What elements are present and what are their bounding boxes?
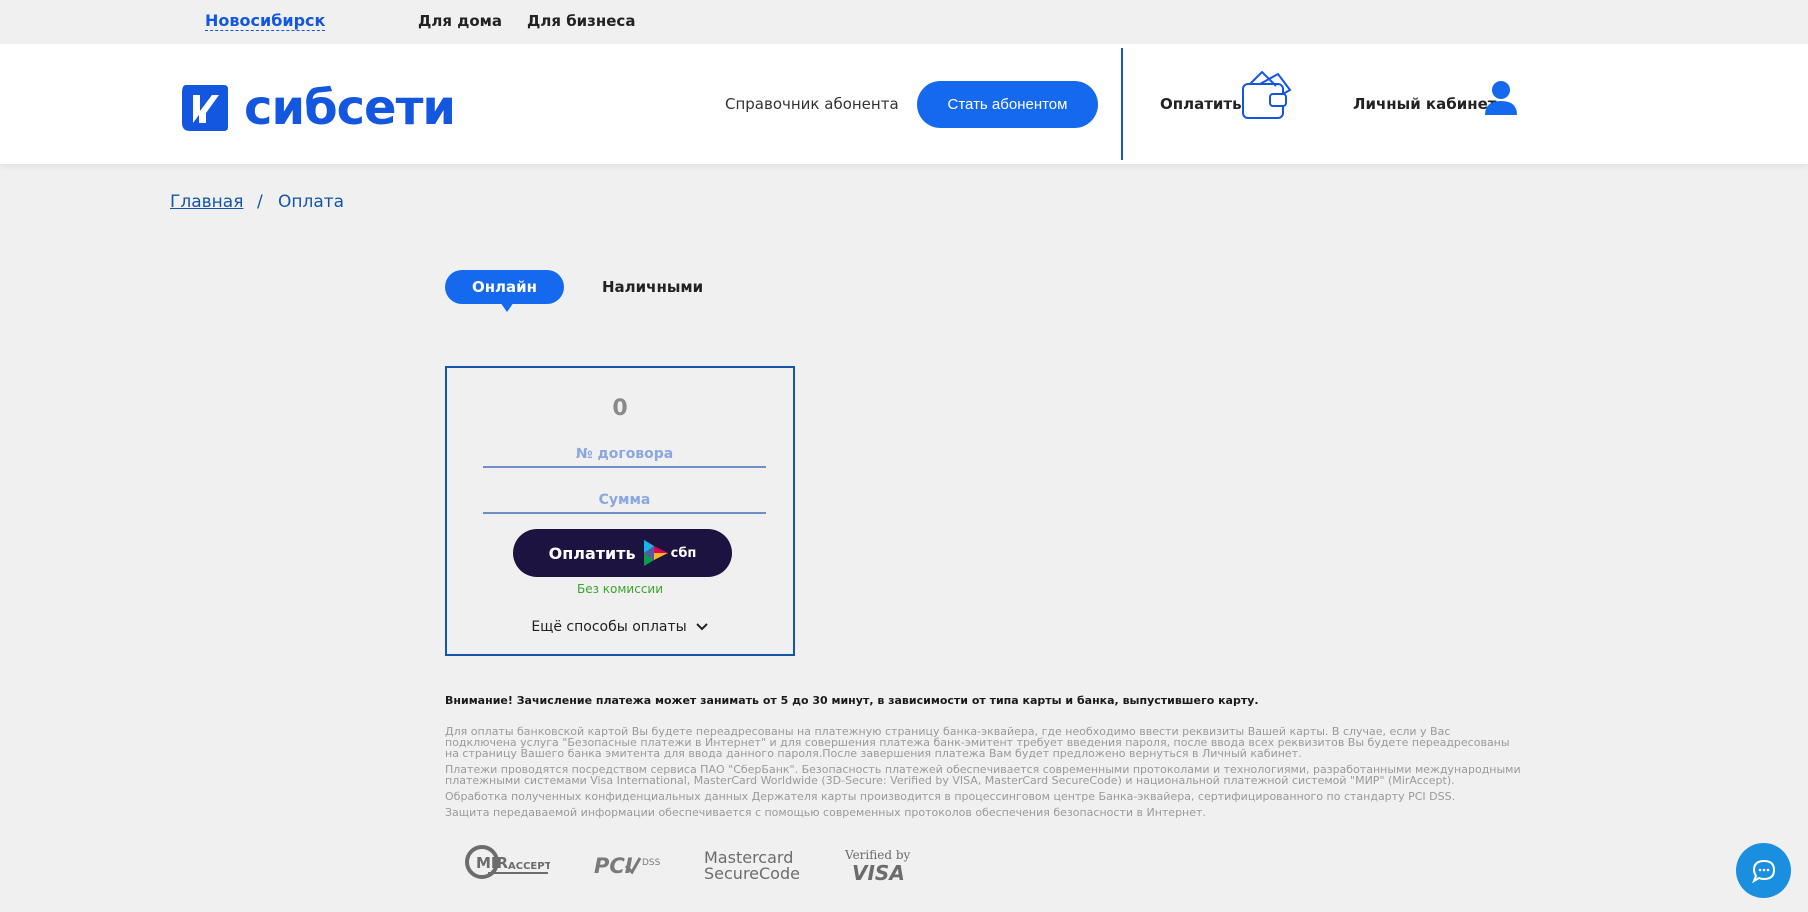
- svg-text:ACCEPT: ACCEPT: [508, 861, 550, 872]
- pay-button-label: Оплатить: [548, 543, 636, 563]
- become-subscriber-button[interactable]: Стать абонентом: [917, 81, 1098, 128]
- sum-input[interactable]: [483, 488, 766, 514]
- header-divider: [1121, 48, 1123, 160]
- mastercard-securecode-logo: Mastercard SecureCode: [704, 850, 800, 882]
- more-payment-methods-toggle[interactable]: Ещё способы оплаты: [447, 618, 793, 636]
- note-paragraph: Для оплаты банковской картой Вы будете п…: [445, 725, 1510, 760]
- breadcrumb-separator: /: [257, 192, 263, 212]
- city-selector[interactable]: Новосибирск: [205, 12, 326, 31]
- sbp-logo-icon: [643, 540, 668, 566]
- payment-notes: Для оплаты банковской картой Вы будете п…: [445, 726, 1525, 823]
- active-tab-pointer: [500, 302, 514, 312]
- svg-text:MIR: MIR: [476, 854, 509, 872]
- note-paragraph: Платежи проводятся посредством сервиса П…: [445, 763, 1521, 787]
- logo-text: сибсети: [244, 80, 456, 136]
- tab-cash[interactable]: Наличными: [602, 278, 703, 296]
- personal-cabinet-link[interactable]: Личный кабинет: [1353, 94, 1496, 114]
- nav-link-business[interactable]: Для бизнеса: [527, 12, 635, 30]
- breadcrumb-current: Оплата: [278, 192, 345, 212]
- pay-link[interactable]: Оплатить: [1160, 94, 1242, 114]
- pci-dss-logo: PCI DSS: [594, 854, 661, 878]
- chat-button[interactable]: [1736, 843, 1791, 898]
- verified-by-visa-caption: Verified by: [845, 848, 911, 862]
- logo-mark-icon: [182, 85, 228, 131]
- visa-wordmark: VISA: [852, 861, 905, 885]
- chevron-down-icon: [695, 623, 708, 631]
- tab-online[interactable]: Онлайн: [445, 270, 564, 304]
- contract-number-input[interactable]: [483, 442, 766, 468]
- subscriber-guide-link[interactable]: Справочник абонента: [725, 94, 899, 114]
- site-logo[interactable]: сибсети: [180, 80, 456, 136]
- payment-warning: Внимание! Зачисление платежа может заним…: [445, 694, 1259, 707]
- breadcrumb-home[interactable]: Главная: [170, 191, 243, 213]
- amount-display: 0: [612, 396, 628, 421]
- sbp-label: сбп: [670, 545, 697, 561]
- note-paragraph: Защита передаваемой информации обеспечив…: [445, 806, 1206, 819]
- chat-bubble-icon: [1751, 859, 1775, 883]
- svg-text:DSS: DSS: [642, 858, 661, 868]
- pay-sbp-button[interactable]: Оплатить сбп: [513, 529, 732, 577]
- wallet-icon[interactable]: [1240, 68, 1296, 122]
- mastercard-line2: SecureCode: [704, 864, 800, 883]
- no-commission-label: Без комиссии: [576, 582, 664, 596]
- mir-accept-logo: MIR ACCEPT: [465, 845, 550, 879]
- note-paragraph: Обработка полученных конфиденциальных да…: [445, 790, 1456, 803]
- payment-form: 0 Оплатить сбп Без комиссии Ещё способы …: [445, 366, 795, 656]
- nav-link-home[interactable]: Для дома: [418, 12, 502, 30]
- more-methods-label: Ещё способы оплаты: [531, 619, 687, 635]
- site-header: сибсети Справочник абонента Стать абонен…: [0, 44, 1808, 164]
- top-bar: Новосибирск Для дома Для бизнеса: [0, 0, 1808, 44]
- user-icon[interactable]: [1484, 80, 1518, 116]
